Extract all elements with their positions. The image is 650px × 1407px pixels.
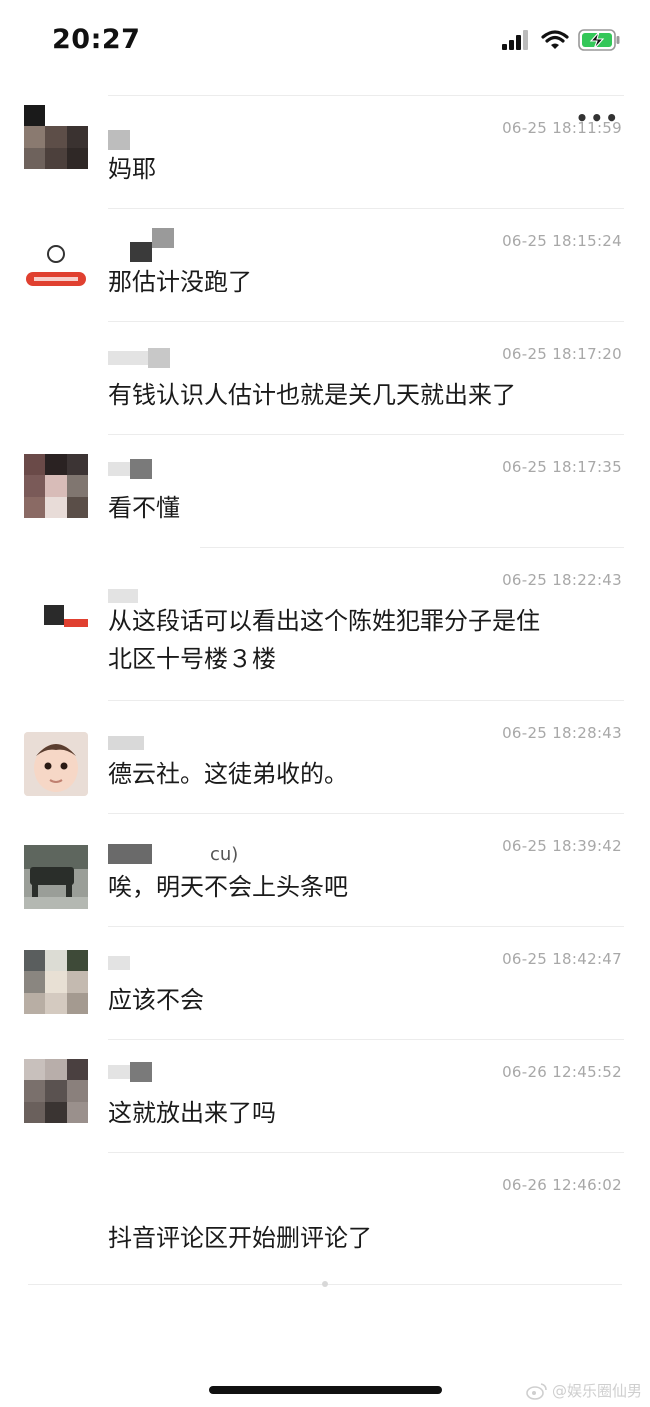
timestamp: 06-25 18:17:35 <box>502 458 622 476</box>
comment-list: 06-25 18:11:59 妈耶 06-25 18:15:24 那估计没跑了 … <box>0 95 650 1287</box>
timestamp: 06-25 18:39:42 <box>502 837 622 855</box>
list-item: 06-26 12:45:52 这就放出来了吗 <box>0 1039 650 1152</box>
avatar[interactable] <box>24 950 88 1014</box>
list-item: cu) 06-25 18:39:42 唉，明天不会上头条吧 <box>0 813 650 926</box>
nickname-suffix: cu) <box>210 843 239 865</box>
divider <box>108 95 624 96</box>
comment-text: 从这段话可以看出这个陈姓犯罪分子是住 北区十号楼３楼 <box>108 607 540 673</box>
list-item: 06-25 18:17:20 有钱认识人估计也就是关几天就出来了 <box>0 321 650 434</box>
timestamp: 06-25 18:15:24 <box>502 232 622 250</box>
avatar[interactable] <box>24 732 88 796</box>
status-time: 20:27 <box>52 24 141 55</box>
timestamp: 06-25 18:42:47 <box>502 950 622 968</box>
comment-text: 这就放出来了吗 <box>108 1099 276 1127</box>
avatar[interactable] <box>24 845 88 909</box>
timestamp: 06-25 18:11:59 <box>502 119 622 137</box>
list-item: 06-25 18:15:24 那估计没跑了 <box>0 208 650 321</box>
status-icons <box>502 28 622 56</box>
nickname: cu) <box>108 843 238 865</box>
list-item: 06-25 18:22:43 从这段话可以看出这个陈姓犯罪分子是住 北区十号楼３… <box>0 547 650 700</box>
nickname <box>108 952 130 974</box>
nickname <box>108 228 174 262</box>
timestamp: 06-25 18:17:20 <box>502 345 622 363</box>
wifi-icon <box>541 30 569 49</box>
list-end-dot <box>322 1281 328 1287</box>
avatar[interactable] <box>24 232 88 296</box>
divider <box>108 1152 624 1153</box>
nickname <box>108 732 144 754</box>
divider <box>108 700 624 701</box>
divider <box>108 434 624 435</box>
comment-text: 唉，明天不会上头条吧 <box>108 873 348 901</box>
timestamp: 06-26 12:45:52 <box>502 1063 622 1081</box>
list-item: 06-25 18:11:59 妈耶 <box>0 95 650 208</box>
timestamp: 06-25 18:28:43 <box>502 724 622 742</box>
comment-text: 妈耶 <box>108 155 156 183</box>
avatar[interactable] <box>24 1059 88 1123</box>
watermark: @娱乐圈仙男 <box>526 1380 642 1401</box>
divider <box>200 547 624 548</box>
signal-icon <box>502 30 528 50</box>
status-bar: 20:27 <box>0 0 650 80</box>
comment-text: 那估计没跑了 <box>108 268 252 296</box>
watermark-text: @娱乐圈仙男 <box>551 1382 642 1400</box>
avatar[interactable] <box>24 105 88 169</box>
divider <box>108 321 624 322</box>
timestamp: 06-26 12:46:02 <box>502 1176 622 1194</box>
nickname <box>108 458 152 480</box>
timestamp: 06-25 18:22:43 <box>502 571 622 589</box>
list-item: 06-26 12:46:02 抖音评论区开始删评论了 <box>0 1152 650 1287</box>
comment-text: 应该不会 <box>108 986 204 1014</box>
weibo-icon <box>526 1382 547 1400</box>
comment-text: 有钱认识人估计也就是关几天就出来了 <box>108 381 516 409</box>
nickname <box>108 129 130 151</box>
battery-charging-icon <box>578 29 620 51</box>
divider <box>108 1039 624 1040</box>
list-item: 06-25 18:42:47 应该不会 <box>0 926 650 1039</box>
nickname <box>108 1061 152 1083</box>
comment-text: 抖音评论区开始删评论了 <box>108 1224 372 1252</box>
comment-text: 看不懂 <box>108 494 180 522</box>
divider <box>108 926 624 927</box>
avatar[interactable] <box>24 591 88 655</box>
divider <box>108 208 624 209</box>
avatar[interactable] <box>24 454 88 518</box>
list-item: 06-25 18:17:35 看不懂 <box>0 434 650 547</box>
comment-text: 德云社。这徒弟收的。 <box>108 760 348 788</box>
nickname <box>108 347 170 369</box>
list-item: 06-25 18:28:43 德云社。这徒弟收的。 <box>0 700 650 813</box>
divider <box>108 813 624 814</box>
home-indicator[interactable] <box>209 1386 442 1394</box>
